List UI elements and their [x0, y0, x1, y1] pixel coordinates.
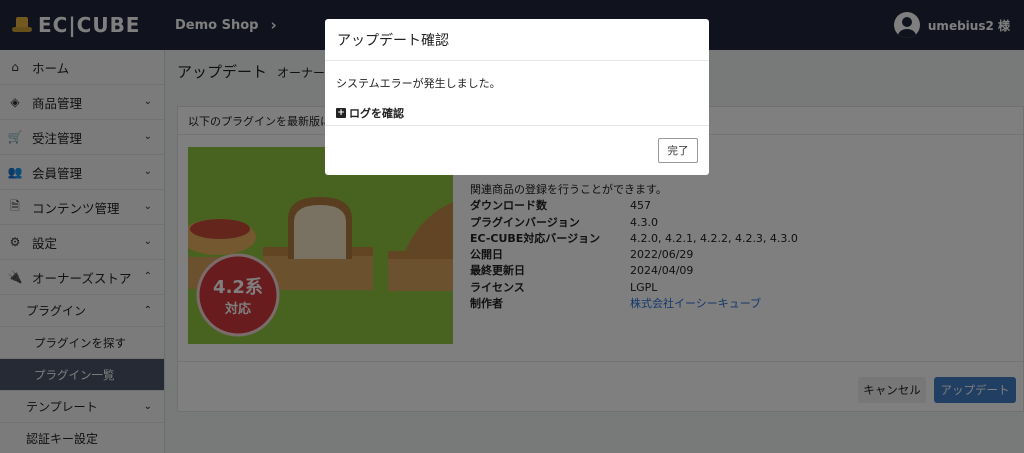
modal-body: システムエラーが発生しました。 + ログを確認	[325, 61, 709, 133]
plus-square-icon: +	[336, 108, 346, 118]
modal-footer: 完了	[325, 125, 709, 175]
view-log-label: ログを確認	[349, 107, 404, 120]
update-confirm-modal: アップデート確認 システムエラーが発生しました。 + ログを確認 完了	[325, 19, 709, 175]
view-log-toggle[interactable]: + ログを確認	[336, 105, 698, 121]
done-button[interactable]: 完了	[658, 138, 698, 163]
error-message: システムエラーが発生しました。	[336, 77, 501, 90]
modal-title: アップデート確認	[325, 19, 709, 61]
